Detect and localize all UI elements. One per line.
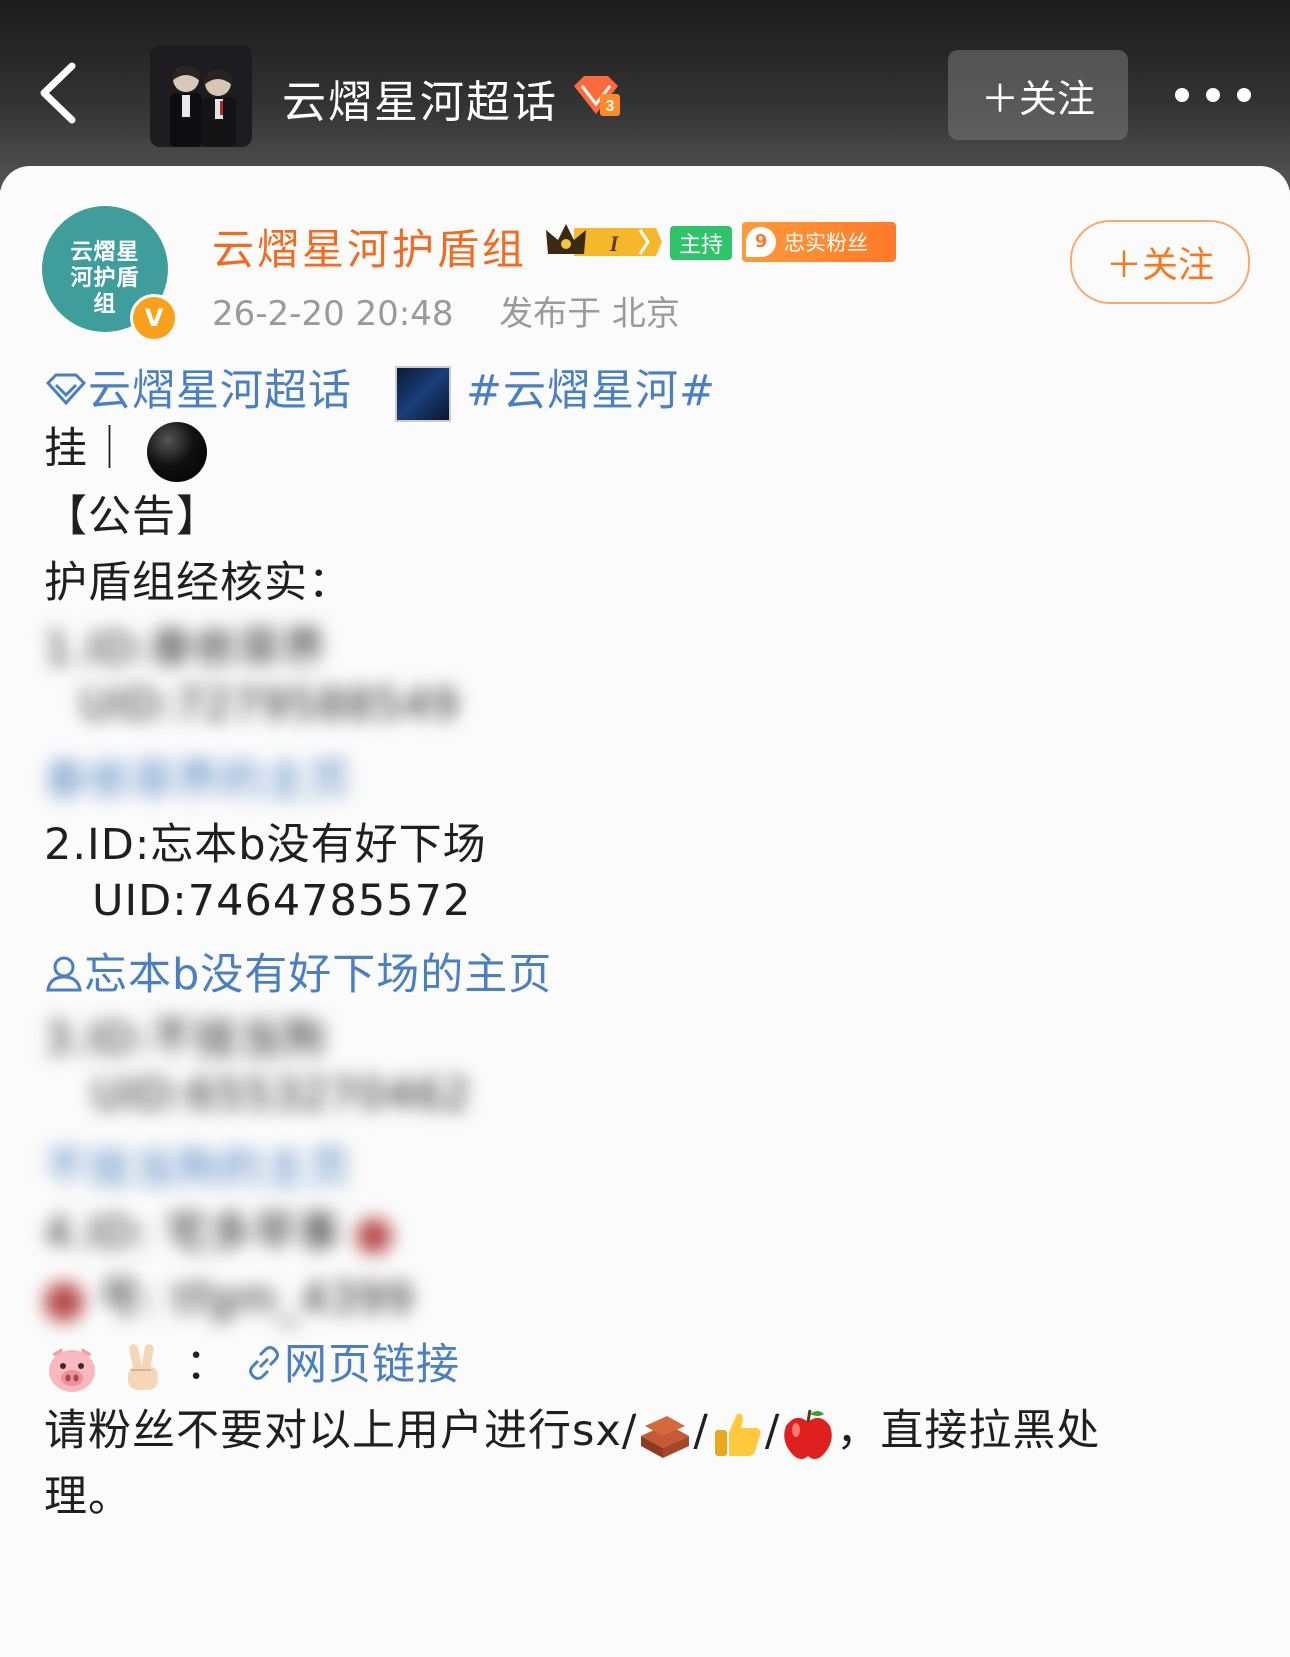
- entry-2-uid: UID:7464785572: [92, 876, 472, 926]
- blurred-entry-1-uid: UID:7279588549: [80, 680, 460, 730]
- post-timestamp: 26-2-20 20:48: [212, 294, 454, 334]
- gua-text: 挂｜: [44, 424, 132, 474]
- black-circle-emoji: [146, 421, 207, 482]
- pig-emoji: [49, 1347, 95, 1392]
- supertopic-level-badge-icon: 3: [574, 76, 620, 116]
- thumbs-up-emoji: [714, 1413, 761, 1456]
- supertopic-diamond-icon: [45, 373, 87, 406]
- blurred-entry-4-id: 4.ID: 宅多早事: [44, 1208, 341, 1258]
- blurred-entry-3-link[interactable]: 不挂当狗的主页: [44, 1134, 352, 1196]
- link-icon: [249, 1346, 280, 1380]
- notice-line: 请粉丝不要对以上用户进行sx/ / / ，直接拉黑处: [44, 1396, 1100, 1462]
- fan-level: 9: [746, 227, 776, 257]
- post-location: 发布于 北京: [499, 294, 680, 334]
- notice-text-3: 理。: [44, 1472, 132, 1522]
- crown-level-text: I: [609, 231, 620, 256]
- verified-icon: V: [130, 294, 178, 342]
- notice-text-2: ，直接拉黑处: [836, 1406, 1101, 1456]
- more-icon[interactable]: [1172, 80, 1254, 110]
- hashtag-thumbnail: [395, 365, 452, 422]
- brick-emoji: [641, 1415, 690, 1458]
- host-badge: 主持: [670, 226, 732, 260]
- blurred-entry-4-id-line: 4.ID: 宅多早事: [44, 1198, 392, 1260]
- sep-1: /: [693, 1406, 709, 1456]
- topic-follow-button[interactable]: ＋关注: [948, 50, 1128, 140]
- blurred-entry-1-link[interactable]: 泰依菲界的主页: [44, 746, 352, 808]
- supertopic-level-text: 3: [606, 98, 615, 115]
- author-follow-button[interactable]: ＋关注: [1070, 220, 1250, 304]
- announcement-title: 【公告】: [44, 492, 220, 542]
- blurred-entry-4-extra-line: 号: tfgm_4399: [44, 1264, 414, 1326]
- post-meta: 26-2-20 20:48 发布于 北京: [212, 286, 680, 335]
- hashtag-link[interactable]: #云熠星河#: [466, 366, 716, 416]
- author-name[interactable]: 云熠星河护盾组: [212, 216, 527, 277]
- gua-line: 挂｜: [44, 414, 207, 482]
- sep-2: /: [764, 1406, 781, 1456]
- apple-emoji: [784, 1409, 833, 1459]
- topic-line: 云熠星河超话 #云熠星河#: [44, 356, 716, 422]
- web-link-line: ： 网页链接: [44, 1330, 460, 1396]
- web-link-anchor[interactable]: 网页链接: [244, 1340, 460, 1390]
- web-link-prefix: ：: [185, 1340, 230, 1390]
- victory-emoji: [127, 1343, 158, 1390]
- blurred-entry-3-id: 3.ID:不挂当狗: [44, 1014, 327, 1064]
- entry-2-link-line[interactable]: 忘本b没有好下场的主页: [44, 940, 552, 1002]
- entry-2-link[interactable]: 忘本b没有好下场的主页: [84, 950, 552, 1000]
- blurred-entry-1-id: 1.ID:泰依菲界: [44, 624, 327, 674]
- crown-level-badge-icon: I: [546, 224, 662, 256]
- fan-badge-label: 忠实粉丝: [784, 231, 868, 255]
- blurred-entry-3-uid: UID:6553270462: [92, 1070, 472, 1120]
- topic-title[interactable]: 云熠星河超话: [282, 66, 558, 130]
- back-icon[interactable]: [32, 58, 92, 128]
- entry-2-id: 2.ID:忘本b没有好下场: [44, 820, 487, 870]
- fan-badge: 9 忠实粉丝: [742, 222, 896, 262]
- supertopic-link[interactable]: 云熠星河超话: [88, 366, 352, 416]
- topic-avatar[interactable]: [150, 45, 252, 147]
- blurred-entry-4-extra: 号: tfgm_4399: [98, 1274, 414, 1324]
- web-link[interactable]: 网页链接: [284, 1340, 460, 1390]
- notice-text-1: 请粉丝不要对以上用户进行sx/: [44, 1406, 638, 1456]
- verified-intro: 护盾组经核实：: [44, 558, 352, 608]
- user-icon: [46, 956, 82, 992]
